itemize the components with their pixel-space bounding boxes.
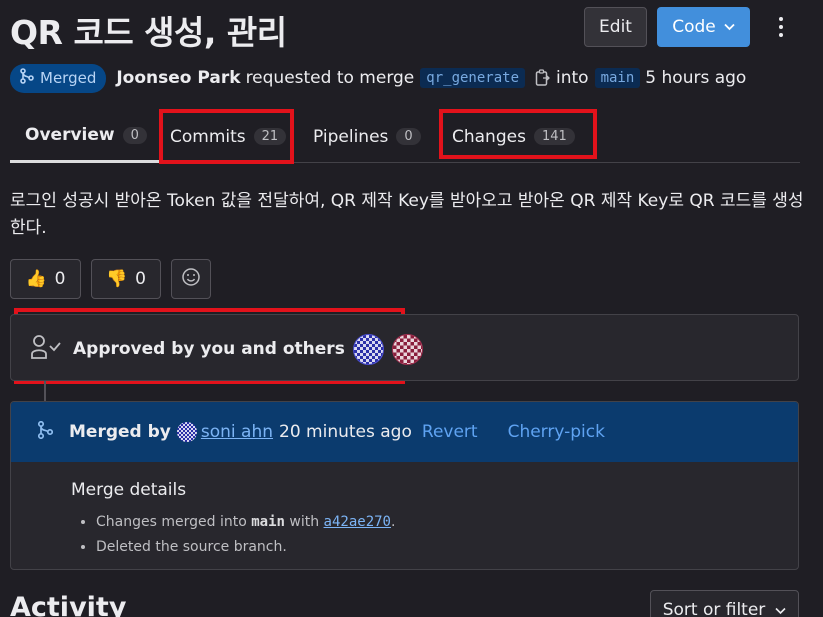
more-actions-icon[interactable] xyxy=(770,12,792,42)
tab-pipelines-label: Pipelines xyxy=(313,126,389,147)
thumbs-up-count: 0 xyxy=(54,269,66,289)
list-item: Deleted the source branch. xyxy=(96,535,395,560)
meta-time: 5 hours ago xyxy=(645,68,747,88)
highlight-commits xyxy=(159,109,294,164)
merged-header: Merged by soni ahn 20 minutes ago Revert… xyxy=(11,402,798,462)
thumbs-up-button[interactable]: 👍 0 xyxy=(10,259,81,299)
status-badge-label: Merged xyxy=(40,69,97,87)
list-item: Changes merged into main with a42ae270. xyxy=(96,510,395,535)
merge-request-meta: Merged Joonseo Park requested to merge q… xyxy=(10,63,746,93)
target-branch[interactable]: main xyxy=(594,68,641,88)
approver-avatar[interactable] xyxy=(352,333,384,365)
add-reaction-button[interactable] xyxy=(171,259,211,299)
tab-pipelines-count: 0 xyxy=(396,128,421,145)
merge-details-title: Merge details xyxy=(71,480,187,500)
tab-overview-label: Overview xyxy=(25,125,115,145)
status-badge: Merged xyxy=(10,63,107,93)
cherry-pick-button[interactable]: Cherry-pick xyxy=(508,422,605,442)
approval-user-check-icon xyxy=(29,333,65,365)
merge-line-branch: main xyxy=(251,514,285,530)
page-title: QR 코드 생성, 관리 xyxy=(10,13,287,52)
requested-text: requested to merge xyxy=(245,68,415,88)
merger-avatar xyxy=(176,422,197,442)
merged-by-label: Merged by xyxy=(69,422,171,442)
smiley-icon xyxy=(181,267,201,292)
approval-widget: Approved by you and others xyxy=(10,314,799,381)
copy-icon[interactable] xyxy=(535,69,551,87)
tab-pipelines[interactable]: Pipelines 0 xyxy=(313,110,421,163)
thumbs-down-button[interactable]: 👎 0 xyxy=(91,259,161,299)
code-button[interactable]: Code xyxy=(657,7,750,47)
description-text: 로그인 성공시 받아온 Token 값을 전달하여, QR 제작 Key를 받아… xyxy=(10,191,804,238)
thumbs-up-icon: 👍 xyxy=(25,269,47,289)
edit-button[interactable]: Edit xyxy=(584,7,647,47)
merge-details: Merge details Changes merged into main w… xyxy=(71,480,395,560)
sort-filter-button[interactable]: Sort or filter xyxy=(650,590,799,617)
merge-icon xyxy=(20,68,34,88)
code-button-label: Code xyxy=(672,17,716,37)
merged-widget: Merged by soni ahn 20 minutes ago Revert… xyxy=(10,401,799,570)
timeline-connector xyxy=(44,381,46,401)
merge-line-with: with xyxy=(289,514,320,530)
merger-link[interactable]: soni ahn xyxy=(201,422,273,442)
merge-details-list: Changes merged into main with a42ae270. … xyxy=(71,510,395,560)
approval-text: Approved by you and others xyxy=(73,339,345,359)
thumbs-down-count: 0 xyxy=(135,269,146,289)
merge-line-suffix: . xyxy=(390,514,396,530)
author-name[interactable]: Joonseo Park xyxy=(116,68,240,88)
chevron-down-icon xyxy=(775,600,786,617)
source-branch[interactable]: qr_generate xyxy=(420,68,525,88)
merge-line-prefix: Changes merged into xyxy=(96,514,247,530)
merge-request-page: QR 코드 생성, 관리 Edit Code Merged Joonseo Pa… xyxy=(0,0,823,617)
activity-heading: Activity xyxy=(10,592,127,617)
merge-request-tabs: Overview 0 Commits 21 Pipelines 0 Change… xyxy=(10,110,800,163)
into-text: into xyxy=(556,68,589,88)
thumbs-down-icon: 👎 xyxy=(106,269,128,289)
highlight-changes xyxy=(439,109,597,159)
approver-avatar[interactable] xyxy=(391,333,423,365)
revert-button[interactable]: Revert xyxy=(422,422,478,442)
merge-icon xyxy=(37,420,54,444)
tab-overview[interactable]: Overview 0 xyxy=(10,110,162,163)
chevron-down-icon xyxy=(724,20,735,34)
merged-time: 20 minutes ago xyxy=(279,422,412,442)
approval-row: Approved by you and others xyxy=(29,331,423,367)
sort-filter-label: Sort or filter xyxy=(662,600,766,617)
commit-sha-link[interactable]: a42ae270 xyxy=(324,514,391,530)
tab-overview-count: 0 xyxy=(122,126,147,144)
